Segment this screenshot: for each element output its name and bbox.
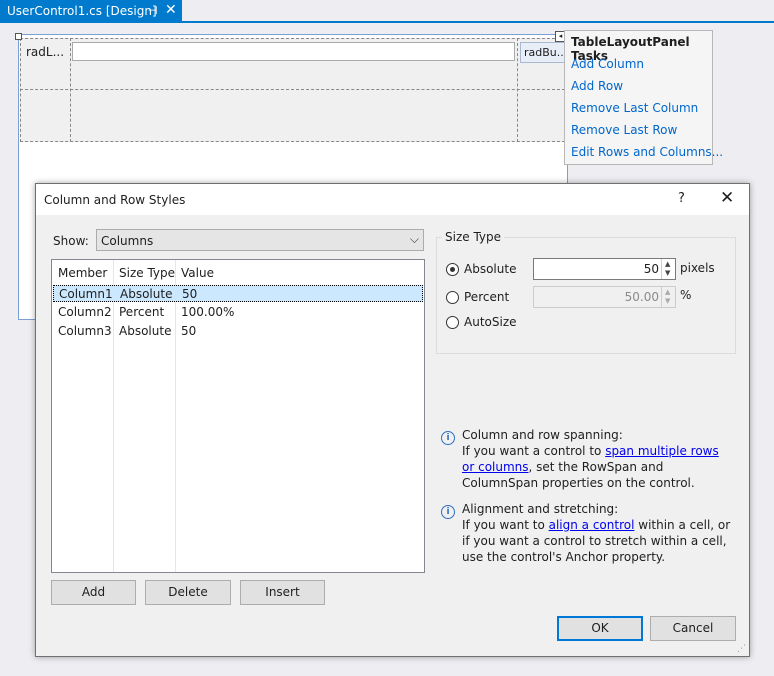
rad-button-control[interactable]: radBu...: [520, 42, 565, 63]
percent-value-stepper: 50.00 ▲ ▼: [533, 286, 676, 308]
percent-radio[interactable]: [446, 291, 459, 304]
percent-label[interactable]: Percent: [464, 290, 509, 304]
cell-member: Column2: [58, 305, 112, 319]
styles-list[interactable]: Member Size Type Value Column1 Absolute …: [51, 259, 425, 573]
size-type-group-title: Size Type: [442, 230, 505, 244]
ok-button[interactable]: OK: [557, 616, 643, 641]
spin-down-icon[interactable]: ▼: [665, 269, 670, 277]
cell-member: Column3: [58, 324, 112, 338]
smart-tag-panel: TableLayoutPanel Tasks Add Column Add Ro…: [564, 30, 723, 165]
document-tab[interactable]: UserControl1.cs [Design] ⊣ ✕: [0, 0, 182, 23]
dialog-titlebar: Column and Row Styles ? ✕: [36, 184, 749, 215]
help-button[interactable]: ?: [678, 191, 685, 206]
column-divider: [70, 38, 71, 142]
close-tab-icon[interactable]: ✕: [165, 2, 177, 18]
spin-buttons[interactable]: ▲ ▼: [661, 259, 675, 279]
table-row[interactable]: Column1 Absolute 50: [53, 285, 423, 302]
show-dropdown[interactable]: Columns ⌵: [96, 229, 424, 251]
cell-size-type: Absolute: [119, 324, 172, 338]
add-column-link[interactable]: Add Column: [571, 57, 644, 71]
add-button[interactable]: Add: [51, 580, 136, 605]
rad-textbox-control[interactable]: [72, 42, 515, 61]
spanning-text: If you want a control to: [462, 444, 606, 458]
dialog-title: Column and Row Styles: [44, 193, 186, 207]
remove-last-column-link[interactable]: Remove Last Column: [571, 101, 698, 115]
absolute-radio[interactable]: [446, 263, 459, 276]
document-tab-title: UserControl1.cs [Design]: [7, 4, 157, 18]
absolute-value: 50: [643, 262, 659, 276]
spanning-body: If you want a control to span multiple r…: [462, 443, 732, 491]
alignment-text: If you want to: [462, 518, 549, 532]
close-dialog-button[interactable]: ✕: [720, 188, 734, 208]
spin-down-icon: ▼: [665, 297, 671, 305]
column-row-styles-dialog: Column and Row Styles ? ✕ Show: Columns …: [35, 183, 750, 657]
cancel-button[interactable]: Cancel: [650, 616, 736, 641]
remove-last-row-link[interactable]: Remove Last Row: [571, 123, 677, 137]
spanning-info: Column and row spanning: If you want a c…: [462, 427, 732, 491]
selection-handle[interactable]: [15, 33, 22, 40]
alignment-body: If you want to align a control within a …: [462, 517, 732, 565]
cell-value: 100.00%: [181, 305, 235, 319]
info-icon: i: [441, 505, 455, 519]
autosize-label[interactable]: AutoSize: [464, 315, 517, 329]
spin-up-icon[interactable]: ▲: [665, 260, 670, 268]
percent-value: 50.00: [624, 290, 659, 304]
cell-size-type: Percent: [119, 305, 165, 319]
percent-unit-label: %: [680, 288, 692, 302]
pixels-unit-label: pixels: [680, 261, 715, 275]
info-icon: i: [441, 431, 455, 445]
absolute-value-stepper[interactable]: 50 ▲ ▼: [533, 258, 676, 280]
rad-label-control[interactable]: radL...: [26, 45, 64, 59]
alignment-heading: Alignment and stretching:: [462, 502, 619, 516]
chevron-down-icon: ⌵: [409, 232, 419, 246]
add-row-link[interactable]: Add Row: [571, 79, 623, 93]
spin-buttons: ▲ ▼: [661, 287, 675, 307]
delete-button[interactable]: Delete: [145, 580, 231, 605]
show-label: Show:: [53, 234, 89, 248]
row-divider: [20, 89, 565, 90]
header-value[interactable]: Value: [181, 266, 214, 280]
table-row[interactable]: Column2 Percent 100.00%: [53, 304, 423, 321]
insert-button[interactable]: Insert: [240, 580, 325, 605]
autosize-radio[interactable]: [446, 316, 459, 329]
absolute-label[interactable]: Absolute: [464, 262, 516, 276]
alignment-info: Alignment and stretching: If you want to…: [462, 501, 732, 565]
edit-rows-columns-link[interactable]: Edit Rows and Columns...: [571, 145, 723, 159]
spanning-heading: Column and row spanning:: [462, 428, 623, 442]
pin-icon[interactable]: ⊣: [148, 4, 158, 17]
cell-size-type: Absolute: [120, 287, 173, 301]
resize-grip-icon[interactable]: ⋰: [737, 644, 747, 654]
header-size-type[interactable]: Size Type: [119, 266, 175, 280]
show-dropdown-value: Columns: [101, 234, 154, 248]
cell-member: Column1: [59, 287, 113, 301]
cell-value: 50: [181, 324, 197, 338]
table-row[interactable]: Column3 Absolute 50: [53, 323, 423, 340]
align-a-control-link[interactable]: align a control: [549, 518, 635, 532]
column-divider: [517, 38, 518, 142]
cell-value: 50: [182, 287, 198, 301]
header-member[interactable]: Member: [58, 266, 107, 280]
spin-up-icon: ▲: [665, 288, 671, 296]
